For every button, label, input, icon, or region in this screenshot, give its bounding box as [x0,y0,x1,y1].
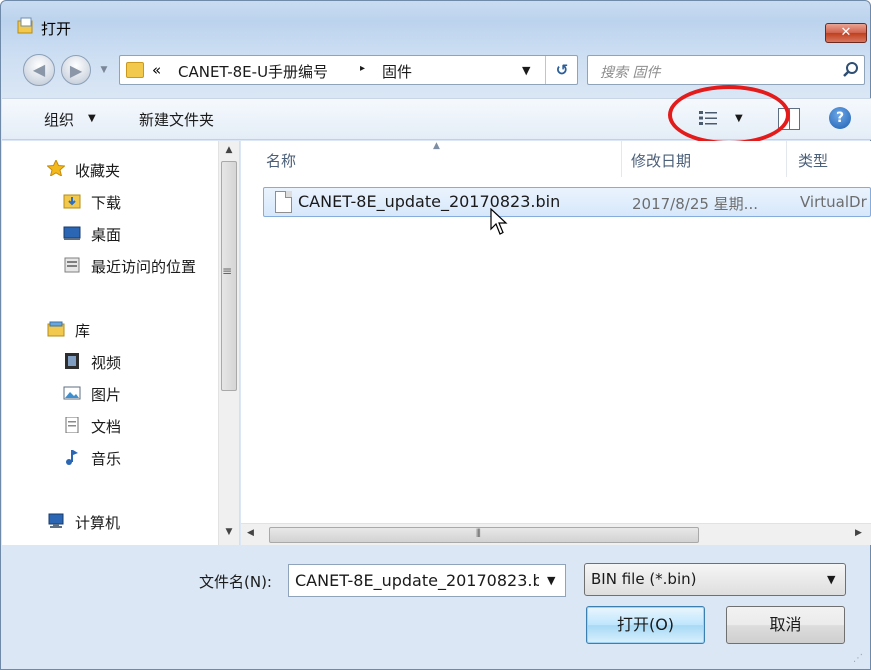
nav-documents[interactable]: 文档 [91,416,121,437]
nav-downloads[interactable]: 下载 [91,192,121,213]
file-row[interactable]: CANET-8E_update_20170823.bin 2017/8/25 星… [263,187,871,217]
open-file-dialog: 打开 ✕ ◀ ▶ ▼ « CANET-8E-U手册编号 ▸ 固件 ▼ ↺ 搜索 … [0,0,871,670]
nav-libraries[interactable]: 库 [75,320,90,341]
scrollbar-grip-icon: ⦀ [476,527,481,540]
nav-scrollbar-grip-icon: ≡ [222,264,233,278]
column-divider[interactable] [621,141,622,177]
address-bar[interactable]: « CANET-8E-U手册编号 ▸ 固件 ▼ ↺ [119,55,578,85]
resize-grip-icon[interactable]: ⋰ [853,653,867,667]
filename-combobox[interactable]: CANET-8E_update_20170823.b ▼ [288,564,566,597]
mouse-cursor-icon [490,208,508,235]
search-icon[interactable] [842,61,860,79]
sort-ascending-icon: ▲ [433,141,440,151]
scroll-left-icon[interactable]: ◀ [247,528,254,538]
refresh-button[interactable]: ↺ [545,56,578,84]
nav-music[interactable]: 音乐 [91,448,121,469]
arrow-left-icon: ◀ [32,60,46,79]
search-box[interactable]: 搜索 固件 [587,55,865,85]
chevron-down-icon[interactable]: ▼ [88,113,96,124]
file-type-filter-select[interactable]: BIN file (*.bin) ▼ [584,563,846,596]
horizontal-scrollbar-thumb[interactable]: ⦀ [269,527,699,543]
recent-places-icon [64,257,80,273]
search-input[interactable]: 搜索 固件 [600,62,660,82]
cancel-button[interactable]: 取消 [726,606,845,644]
column-divider[interactable] [786,141,787,177]
filename-field[interactable]: CANET-8E_update_20170823.b [295,571,539,590]
downloads-folder-icon [63,194,81,209]
desktop-icon [63,226,81,240]
computer-icon [48,513,64,528]
forward-button[interactable]: ▶ [61,55,91,85]
folder-icon [126,62,144,78]
nav-vertical-scrollbar[interactable]: ▲ ▼ [218,141,239,545]
address-overflow-chevron[interactable]: « [152,61,161,79]
file-type-filter-value: BIN file (*.bin) [591,570,697,588]
documents-icon [65,417,79,433]
column-header-name[interactable]: 名称 [266,150,296,171]
chevron-down-icon[interactable]: ▼ [827,573,835,586]
breadcrumb-separator-icon[interactable]: ▸ [360,63,365,74]
nav-desktop[interactable]: 桌面 [91,224,121,245]
breadcrumb-parent[interactable]: CANET-8E-U手册编号 [178,61,328,82]
music-icon [66,450,78,465]
title-bar: 打开 ✕ [1,1,870,43]
breadcrumb-current[interactable]: 固件 [382,61,412,82]
file-icon [275,191,292,213]
file-modified-date: 2017/8/25 星期... [632,195,758,213]
column-header-type[interactable]: 类型 [798,150,828,171]
organize-button[interactable]: 组织 [44,109,74,130]
new-folder-button[interactable]: 新建文件夹 [139,109,214,130]
open-button[interactable]: 打开(O) [586,606,705,644]
open-dialog-icon [17,17,33,34]
scroll-right-icon[interactable]: ▶ [855,528,862,538]
file-name: CANET-8E_update_20170823.bin [298,192,561,211]
close-button[interactable]: ✕ [825,23,867,43]
nav-computer[interactable]: 计算机 [75,512,120,533]
navigation-pane: 收藏夹 下载 桌面 最近访问的位置 库 视频 图片 文档 音乐 计算机 ▲ ▼ … [2,141,240,545]
arrow-right-icon: ▶ [69,61,83,80]
help-button[interactable]: ? [829,107,851,129]
file-list: ▲ 名称 修改日期 类型 CANET-8E_update_20170823.bi… [241,141,871,545]
nav-pictures[interactable]: 图片 [91,384,121,405]
address-history-dropdown-icon[interactable]: ▼ [522,64,530,77]
file-list-horizontal-scrollbar[interactable]: ◀ ⦀ ▶ [241,523,871,545]
nav-videos[interactable]: 视频 [91,352,121,373]
star-icon [47,160,65,176]
scroll-up-icon[interactable]: ▲ [219,145,239,155]
filename-dropdown-icon[interactable]: ▼ [547,574,555,587]
recent-pages-dropdown[interactable]: ▼ [97,61,111,79]
nav-favorites[interactable]: 收藏夹 [75,160,120,181]
back-button[interactable]: ◀ [23,54,55,86]
nav-recent-places[interactable]: 最近访问的位置 [91,256,196,277]
file-type: VirtualDr [800,193,867,211]
column-header-modified[interactable]: 修改日期 [631,150,691,171]
window-title: 打开 [41,20,72,38]
annotation-highlight-ring [668,85,790,145]
video-icon [65,353,79,369]
pictures-icon [63,386,81,400]
filename-label: 文件名(N): [199,573,272,591]
libraries-icon [47,321,65,337]
scroll-down-icon[interactable]: ▼ [219,527,239,537]
